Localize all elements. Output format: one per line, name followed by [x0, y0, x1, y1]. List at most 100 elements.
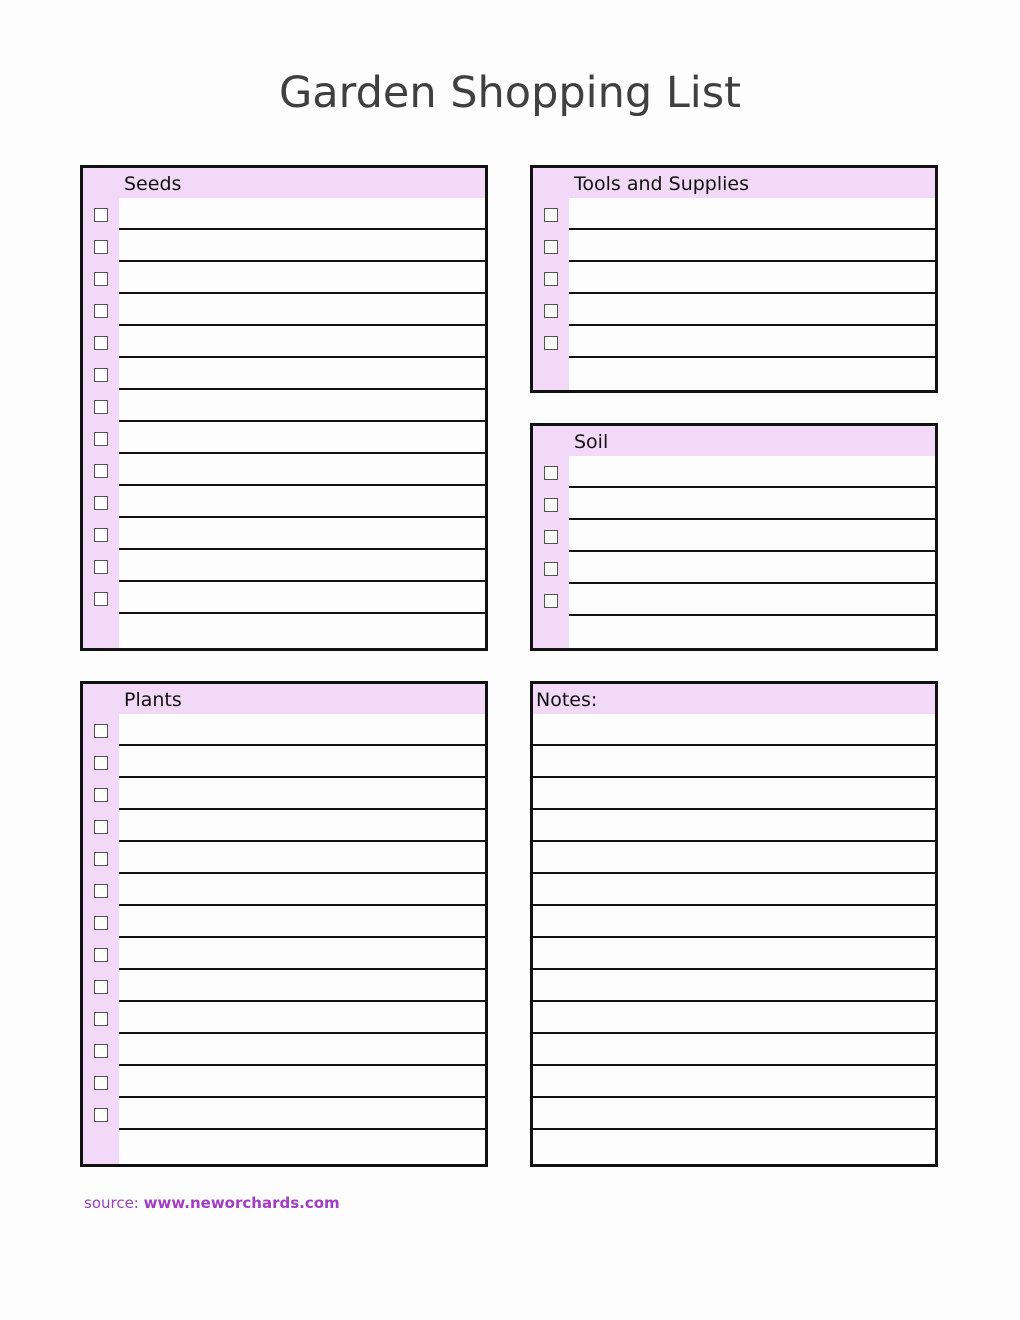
checkbox[interactable]	[544, 530, 558, 544]
seeds-entry-field[interactable]	[123, 618, 481, 644]
seeds-list-row	[83, 454, 485, 486]
plants-entry-field[interactable]	[123, 1134, 481, 1160]
tools-entry-field[interactable]	[573, 234, 931, 260]
checkbox[interactable]	[94, 1012, 108, 1026]
notes-entry-field[interactable]	[537, 1006, 931, 1032]
checkbox[interactable]	[94, 788, 108, 802]
checkbox[interactable]	[94, 1108, 108, 1122]
notes-entry-field[interactable]	[537, 1070, 931, 1096]
checkbox[interactable]	[544, 562, 558, 576]
seeds-list-row	[83, 326, 485, 358]
seeds-entry-field[interactable]	[123, 522, 481, 548]
checkbox[interactable]	[94, 208, 108, 222]
checkbox[interactable]	[94, 240, 108, 254]
seeds-list-row	[83, 294, 485, 326]
seeds-entry-field[interactable]	[123, 362, 481, 388]
checkbox[interactable]	[94, 724, 108, 738]
notes-entry-field[interactable]	[537, 782, 931, 808]
soil-entry-field[interactable]	[573, 588, 931, 614]
plants-entry-field[interactable]	[123, 814, 481, 840]
plants-entry-field[interactable]	[123, 878, 481, 904]
plants-entry-field[interactable]	[123, 718, 481, 744]
soil-entry-field[interactable]	[573, 524, 931, 550]
seeds-entry-field[interactable]	[123, 458, 481, 484]
checkbox[interactable]	[544, 304, 558, 318]
tools-entry-field[interactable]	[573, 298, 931, 324]
plants-entry-field[interactable]	[123, 1102, 481, 1128]
tools-entry-field[interactable]	[573, 202, 931, 228]
checkbox[interactable]	[94, 464, 108, 478]
checkbox[interactable]	[544, 336, 558, 350]
seeds-list-row	[83, 550, 485, 582]
checkbox[interactable]	[544, 208, 558, 222]
seeds-entry-field[interactable]	[123, 554, 481, 580]
checkbox[interactable]	[94, 304, 108, 318]
tools-entry-field[interactable]	[573, 266, 931, 292]
seeds-entry-field[interactable]	[123, 490, 481, 516]
notes-entry-field[interactable]	[537, 942, 931, 968]
plants-entry-field[interactable]	[123, 750, 481, 776]
checkbox[interactable]	[94, 400, 108, 414]
notes-entry-field[interactable]	[537, 974, 931, 1000]
tools-entry-field[interactable]	[573, 362, 931, 388]
checkbox[interactable]	[94, 592, 108, 606]
seeds-entry-field[interactable]	[123, 586, 481, 612]
checkbox[interactable]	[544, 498, 558, 512]
notes-entry-field[interactable]	[537, 718, 931, 744]
checkbox[interactable]	[94, 336, 108, 350]
plants-entry-field[interactable]	[123, 782, 481, 808]
notes-entry-field[interactable]	[537, 910, 931, 936]
tools-entry-field[interactable]	[573, 330, 931, 356]
checkbox[interactable]	[94, 820, 108, 834]
notes-entry-field[interactable]	[537, 1134, 931, 1160]
checkbox[interactable]	[94, 528, 108, 542]
checkbox[interactable]	[94, 368, 108, 382]
plants-entry-field[interactable]	[123, 1038, 481, 1064]
plants-entry-field[interactable]	[123, 1070, 481, 1096]
soil-entry-field[interactable]	[573, 556, 931, 582]
checkbox[interactable]	[94, 1076, 108, 1090]
seeds-list-row	[83, 230, 485, 262]
plants-entry-field[interactable]	[123, 1006, 481, 1032]
plants-entry-field[interactable]	[123, 974, 481, 1000]
checkbox[interactable]	[94, 560, 108, 574]
seeds-entry-field[interactable]	[123, 234, 481, 260]
notes-entry-field[interactable]	[537, 1102, 931, 1128]
checkbox[interactable]	[544, 240, 558, 254]
seeds-entry-field[interactable]	[123, 330, 481, 356]
seeds-entry-field[interactable]	[123, 202, 481, 228]
checkbox[interactable]	[94, 756, 108, 770]
checkbox[interactable]	[544, 466, 558, 480]
seeds-entry-field[interactable]	[123, 298, 481, 324]
seeds-entry-field[interactable]	[123, 426, 481, 452]
soil-list-row	[533, 488, 935, 520]
notes-entry-field[interactable]	[537, 1038, 931, 1064]
plants-entry-field[interactable]	[123, 910, 481, 936]
checkbox[interactable]	[94, 948, 108, 962]
tools-list-row	[533, 326, 935, 358]
checkbox[interactable]	[94, 852, 108, 866]
source-link[interactable]: www.neworchards.com	[144, 1194, 340, 1212]
plants-entry-field[interactable]	[123, 846, 481, 872]
seeds-entry-field[interactable]	[123, 266, 481, 292]
checkbox[interactable]	[94, 272, 108, 286]
notes-entry-field[interactable]	[537, 814, 931, 840]
notes-entry-field[interactable]	[537, 750, 931, 776]
checkbox[interactable]	[94, 884, 108, 898]
plants-entry-field[interactable]	[123, 942, 481, 968]
soil-entry-field[interactable]	[573, 620, 931, 646]
seeds-entry-field[interactable]	[123, 394, 481, 420]
checkbox[interactable]	[94, 496, 108, 510]
tools-rows	[533, 198, 935, 390]
checkbox[interactable]	[94, 916, 108, 930]
notes-entry-field[interactable]	[537, 846, 931, 872]
checkbox[interactable]	[94, 980, 108, 994]
checkbox[interactable]	[544, 594, 558, 608]
checkbox[interactable]	[94, 1044, 108, 1058]
soil-entry-field[interactable]	[573, 492, 931, 518]
checkbox[interactable]	[94, 432, 108, 446]
tools-list-row	[533, 230, 935, 262]
checkbox[interactable]	[544, 272, 558, 286]
notes-entry-field[interactable]	[537, 878, 931, 904]
soil-entry-field[interactable]	[573, 460, 931, 486]
